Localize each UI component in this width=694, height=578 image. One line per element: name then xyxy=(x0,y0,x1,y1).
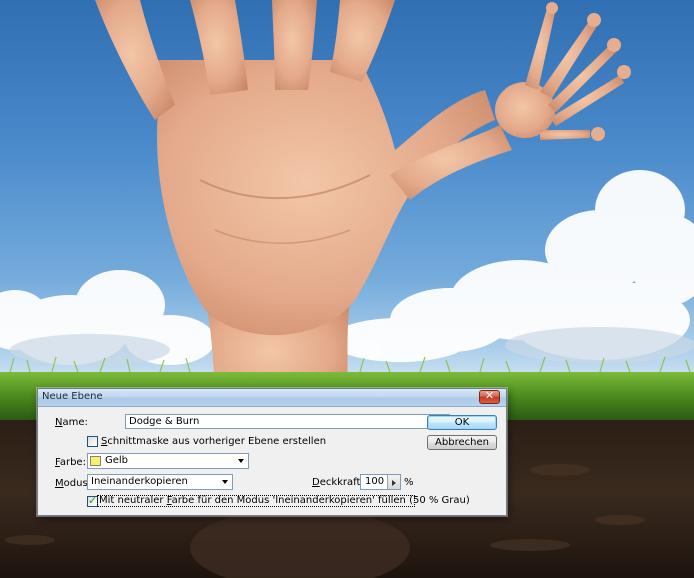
close-button[interactable]: ✕ xyxy=(479,389,500,404)
name-input-value: Dodge & Burn xyxy=(129,416,200,427)
opacity-label: Deckkraft: xyxy=(312,477,364,488)
color-swatch xyxy=(90,456,101,466)
chevron-down-icon xyxy=(222,480,228,484)
blend-mode-select[interactable]: Ineinanderkopieren xyxy=(87,474,233,490)
opacity-slider-toggle[interactable] xyxy=(387,475,400,489)
opacity-value: 100 xyxy=(365,476,385,487)
close-icon: ✕ xyxy=(484,389,495,402)
fill-neutral-label[interactable]: Mit neutraler Farbe für den Modus 'Inein… xyxy=(99,495,470,506)
clipping-mask-label[interactable]: Schnittmaske aus vorheriger Ebene erstel… xyxy=(101,436,326,447)
name-label: Name: xyxy=(55,417,88,428)
clipping-mask-checkbox[interactable] xyxy=(87,436,98,447)
name-input[interactable]: Dodge & Burn xyxy=(125,414,450,429)
title-bar[interactable]: Neue Ebene ✕ xyxy=(38,389,506,407)
opacity-input[interactable]: 100 xyxy=(360,474,401,490)
color-select-value: Gelb xyxy=(105,455,129,466)
blend-mode-value: Ineinanderkopieren xyxy=(91,476,188,487)
color-label: Farbe: xyxy=(55,457,86,468)
dialog-title: Neue Ebene xyxy=(42,391,103,402)
new-layer-dialog: Neue Ebene ✕ Name: Dodge & Burn Schnittm… xyxy=(37,388,507,516)
ok-button[interactable]: OK xyxy=(427,415,497,430)
color-select[interactable]: Gelb xyxy=(87,453,249,469)
opacity-unit: % xyxy=(404,477,414,488)
cancel-button[interactable]: Abbrechen xyxy=(427,435,497,450)
chevron-down-icon xyxy=(238,459,244,463)
mode-label: Modus: xyxy=(55,478,92,489)
